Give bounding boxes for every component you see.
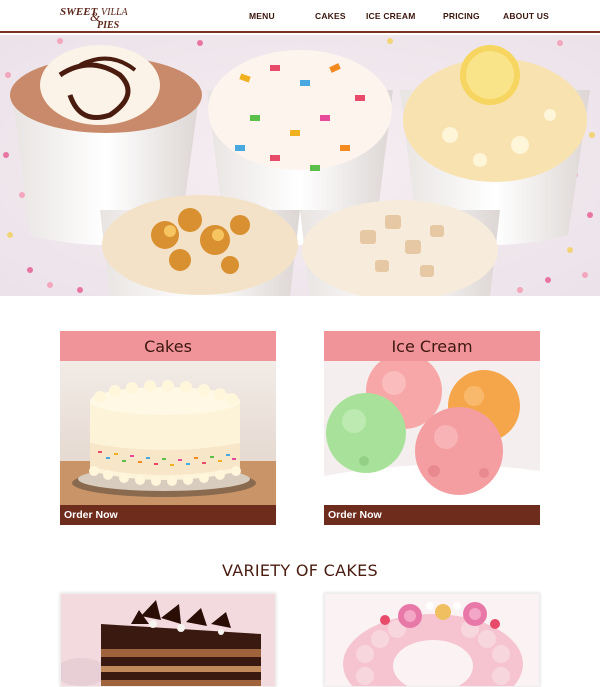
ice-cream-card-title: Ice Cream <box>324 331 540 361</box>
cakes-card[interactable]: Cakes Order Now <box>60 331 276 525</box>
ice-cream-card[interactable]: Ice Cream Order Now <box>324 331 540 525</box>
nav-cakes[interactable]: CAKES <box>315 11 346 21</box>
cakes-card-title: Cakes <box>60 331 276 361</box>
site-header: SWEET & VILLA PIES MENU CAKES ICE CREAM … <box>0 0 600 33</box>
pink-number-cake-image[interactable] <box>324 593 540 687</box>
main-nav: MENU CAKES ICE CREAM PRICING ABOUT US <box>0 0 600 33</box>
cakes-order-now-button[interactable]: Order Now <box>60 505 276 525</box>
nav-about-us[interactable]: ABOUT US <box>503 11 549 21</box>
ice-cream-image <box>324 361 540 505</box>
chocolate-cake-image[interactable] <box>60 593 276 687</box>
nav-ice-cream[interactable]: ICE CREAM <box>366 11 416 21</box>
variety-of-cakes-heading: VARIETY OF CAKES <box>221 561 378 580</box>
ice-cream-order-now-button[interactable]: Order Now <box>324 505 540 525</box>
cake-image <box>60 361 276 505</box>
hero-image-frozen-desserts <box>0 35 600 296</box>
nav-menu[interactable]: MENU <box>249 11 275 21</box>
nav-pricing[interactable]: PRICING <box>443 11 480 21</box>
